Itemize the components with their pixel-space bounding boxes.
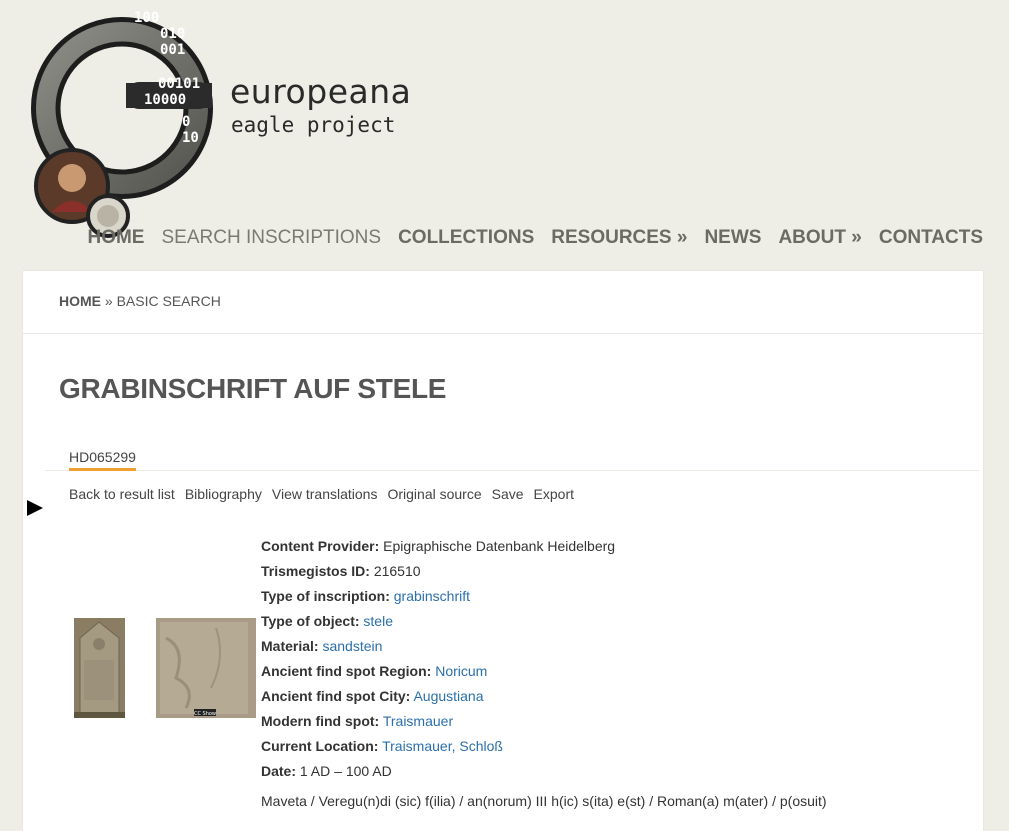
breadcrumb-home[interactable]: HOME	[59, 293, 101, 309]
field-material: Material: sandstein	[261, 636, 615, 661]
brand-name[interactable]: europeana	[230, 72, 411, 112]
nav-news[interactable]: NEWS	[704, 227, 761, 249]
field-trismegistos-id: Trismegistos ID: 216510	[261, 561, 615, 586]
logo-binary-5: 10000	[144, 92, 186, 108]
field-label: Modern find spot:	[261, 713, 380, 729]
divider	[23, 333, 983, 334]
breadcrumb-current: BASIC SEARCH	[116, 293, 221, 309]
field-value: 1 AD – 100 AD	[299, 763, 392, 779]
logo-binary-7: 10	[182, 130, 199, 146]
field-modern-find-spot: Modern find spot: Traismauer	[261, 711, 615, 736]
field-ancient-city: Ancient find spot City: Augustiana	[261, 686, 615, 711]
brand-subtitle: eagle project	[231, 113, 396, 137]
nav-contacts[interactable]: CONTACTS	[879, 227, 983, 249]
logo-binary-3: 001	[160, 42, 185, 58]
field-label: Date:	[261, 763, 297, 779]
field-value: Epigraphische Datenbank Heidelberg	[383, 538, 616, 554]
tab-record-id[interactable]: HD065299	[69, 449, 136, 471]
breadcrumb-separator: »	[101, 293, 117, 309]
field-value: 216510	[373, 563, 421, 579]
field-date: Date: 1 AD – 100 AD	[261, 761, 615, 786]
page-title: GRABINSCHRIFT AUF STELE	[59, 373, 447, 404]
field-label: Type of inscription:	[261, 588, 390, 604]
field-label: Type of object:	[261, 613, 360, 629]
original-source-link[interactable]: Original source	[387, 486, 481, 502]
europeana-eagle-logo[interactable]: 100 010 001 00101 10000 0 10	[22, 8, 222, 240]
field-value-link[interactable]: Traismauer, Schloß	[382, 738, 503, 754]
thumbnail-license-label: CC Show	[194, 711, 216, 717]
nav-about[interactable]: ABOUT »	[778, 227, 861, 249]
logo-binary-6: 0	[182, 114, 190, 130]
field-current-location: Current Location: Traismauer, Schloß	[261, 736, 615, 761]
stele-thumbnail-front[interactable]	[74, 618, 125, 718]
export-link[interactable]: Export	[534, 486, 574, 502]
logo-binary-4: 00101	[158, 76, 200, 92]
logo-binary-2: 010	[160, 26, 185, 42]
view-translations-link[interactable]: View translations	[272, 486, 378, 502]
main-nav: HOME SEARCH INSCRIPTIONS COLLECTIONS RES…	[87, 227, 983, 249]
field-label: Content Provider:	[261, 538, 380, 554]
breadcrumb: HOME » BASIC SEARCH	[59, 293, 221, 309]
nav-collections[interactable]: COLLECTIONS	[398, 227, 534, 249]
field-label: Ancient find spot City:	[261, 688, 411, 704]
save-link[interactable]: Save	[492, 486, 524, 502]
field-value-link[interactable]: Noricum	[435, 663, 487, 679]
field-type-of-inscription: Type of inscription: grabinschrift	[261, 586, 615, 611]
field-label: Current Location:	[261, 738, 379, 754]
field-value-link[interactable]: Traismauer	[383, 713, 453, 729]
inscription-transcription: Maveta / Veregu(n)di (sic) f(ilia) / an(…	[261, 793, 827, 809]
tab-bar: HD065299	[45, 449, 979, 471]
nav-home[interactable]: HOME	[87, 227, 144, 249]
inscription-details: Content Provider: Epigraphische Datenban…	[261, 536, 615, 786]
bibliography-link[interactable]: Bibliography	[185, 486, 262, 502]
nav-resources[interactable]: RESOURCES »	[551, 227, 687, 249]
field-content-provider: Content Provider: Epigraphische Datenban…	[261, 536, 615, 561]
nav-search-inscriptions[interactable]: SEARCH INSCRIPTIONS	[161, 227, 381, 249]
field-value-link[interactable]: sandstein	[322, 638, 382, 654]
field-label: Material:	[261, 638, 319, 654]
field-ancient-region: Ancient find spot Region: Noricum	[261, 661, 615, 686]
logo-binary-1: 100	[134, 10, 159, 26]
record-actions: Back to result list Bibliography View tr…	[69, 486, 574, 502]
field-value-link[interactable]: Augustiana	[413, 688, 483, 704]
content-panel: HOME » BASIC SEARCH GRABINSCHRIFT AUF ST…	[23, 271, 983, 831]
field-label: Trismegistos ID:	[261, 563, 370, 579]
field-label: Ancient find spot Region:	[261, 663, 432, 679]
field-value-link[interactable]: grabinschrift	[394, 588, 470, 604]
field-value-link[interactable]: stele	[363, 613, 393, 629]
field-type-of-object: Type of object: stele	[261, 611, 615, 636]
expand-arrow-icon[interactable]	[27, 500, 43, 516]
back-to-result-list-link[interactable]: Back to result list	[69, 486, 175, 502]
stele-thumbnail-detail[interactable]: CC Show	[156, 618, 256, 718]
